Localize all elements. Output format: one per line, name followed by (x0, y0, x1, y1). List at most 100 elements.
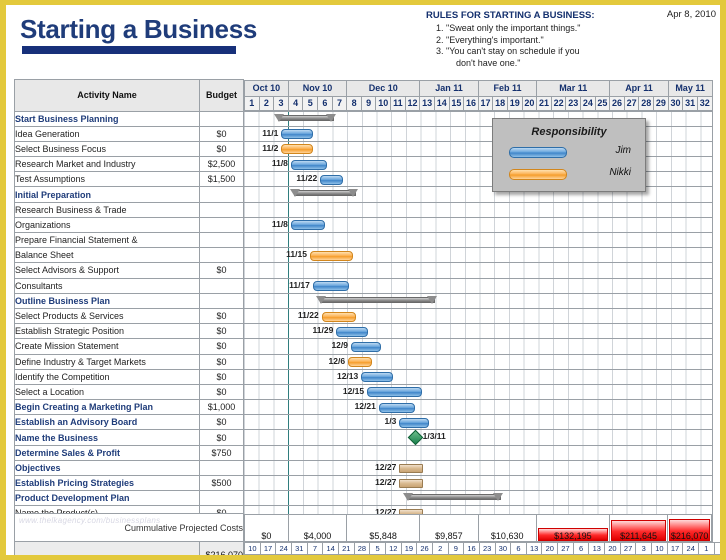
table-row[interactable]: Create Mission Statement $0 12/9 (14, 338, 713, 355)
day-number: 23 (478, 541, 496, 555)
activity-name-cell: Establish Pricing Strategies (14, 474, 200, 492)
task-bar[interactable] (348, 357, 373, 368)
project-start-line (287, 369, 289, 384)
task-bar[interactable] (336, 326, 368, 337)
budget-cell (199, 201, 244, 218)
project-start-line (287, 476, 289, 491)
week-number-8: 8 (346, 95, 362, 111)
task-bar[interactable] (309, 250, 353, 261)
project-start-line (287, 202, 289, 217)
timeline-cell: 12/21 (243, 399, 713, 416)
activity-name-cell: Consultants (14, 277, 200, 294)
timeline-cell: 11/15 (243, 247, 713, 264)
table-row[interactable]: Prepare Financial Statement & (14, 231, 713, 249)
project-start-line (287, 430, 289, 445)
table-row[interactable]: Define Industry & Target Markets $0 12/6 (14, 353, 713, 370)
task-bar[interactable] (312, 281, 349, 292)
task-bar-date-label: 11/15 (286, 249, 307, 260)
table-row[interactable]: Establish Strategic Position $0 11/29 (14, 323, 713, 340)
budget-cell: $1,000 (199, 399, 244, 416)
activity-name-cell: Prepare Financial Statement & (14, 231, 200, 249)
week-gridlines (244, 445, 712, 460)
budget-cell (199, 110, 244, 127)
table-row[interactable]: Select Advisors & Support $0 (14, 262, 713, 279)
day-number: 24 (275, 541, 292, 555)
summary-bar[interactable] (293, 190, 356, 197)
activity-name-cell: Test Assumptions (14, 171, 200, 188)
table-row[interactable]: Determine Sales & Profit $750 (14, 444, 713, 461)
task-bar[interactable] (321, 311, 356, 322)
task-bar[interactable] (367, 387, 422, 398)
week-number-1: 1 (244, 95, 260, 111)
month-label-april: April (635, 553, 700, 555)
table-row[interactable]: Name the Business $0 1/3/11 (14, 429, 713, 446)
budget-cell: $0 (199, 323, 244, 340)
week-number-19: 19 (506, 95, 523, 111)
timeline-cell (243, 231, 713, 249)
task-bar-date-label: 11/22 (296, 173, 318, 184)
table-row[interactable]: Begin Creating a Marketing Plan $1,000 12/… (14, 399, 713, 416)
summary-bar[interactable] (320, 296, 436, 303)
table-row[interactable]: Consultants 11/17 (14, 277, 713, 294)
month-header-may-11: May 11 (667, 79, 713, 97)
table-row[interactable]: Establish an Advisory Board $0 1/3 (14, 414, 713, 431)
task-bar[interactable] (350, 341, 381, 352)
task-bar[interactable] (399, 479, 424, 488)
table-row[interactable]: Outline Business Plan (14, 292, 713, 309)
week-number-24: 24 (580, 95, 596, 111)
legend-swatch-blue (509, 147, 567, 158)
rules-list: "Sweat only the important things." "Ever… (426, 23, 656, 69)
summary-bar-start-cap (402, 493, 413, 502)
table-row[interactable]: Organizations 11/8 (14, 216, 713, 234)
budget-cell (199, 247, 244, 264)
day-number: 10 (244, 541, 261, 555)
table-row[interactable]: Select a Location $0 12/15 (14, 383, 713, 401)
project-start-line (287, 460, 289, 475)
budget-cell: $0 (199, 338, 244, 355)
table-row[interactable]: Product Development Plan (14, 490, 713, 507)
rule-item: "You can't stay on schedule if you don't… (446, 46, 656, 69)
budget-cell (199, 277, 244, 294)
table-row[interactable]: Objectives 12/27 (14, 459, 713, 477)
task-bar[interactable] (281, 144, 314, 155)
day-number: 5 (369, 541, 386, 555)
task-bar[interactable] (361, 372, 393, 383)
day-number: 9 (447, 541, 465, 555)
table-row[interactable]: Balance Sheet 11/15 (14, 247, 713, 264)
task-bar[interactable] (378, 402, 415, 413)
cost-values-row: $0 $4,000 $5,848 $9,857 $10,630 $132,195 $211,… (244, 513, 713, 542)
project-start-line (287, 233, 289, 248)
week-number-12: 12 (404, 95, 421, 111)
table-row[interactable]: Identify the Competition $0 12/13 (14, 368, 713, 385)
activity-name-cell: Research Market and Industry (14, 156, 200, 173)
rule-item: "Everything's important." (446, 35, 656, 47)
task-bar[interactable] (320, 174, 343, 185)
timeline-cell (243, 490, 713, 507)
day-number: 27 (619, 541, 637, 555)
month-label-march: March (572, 553, 637, 555)
week-number-31: 31 (682, 95, 698, 111)
milestone-marker[interactable] (407, 430, 423, 446)
month-label-october: October (244, 553, 308, 555)
task-bar[interactable] (290, 159, 327, 170)
cost-value: $9,857 (435, 530, 463, 541)
activity-name-cell: Research Business & Trade (14, 201, 200, 218)
day-numbers-row: 10 17 24 31 7 14 21 28 5 12 19 26 2 9 16 23 30 6 13 20 27 6 13… (244, 541, 720, 555)
day-number: 7 (306, 541, 324, 555)
summary-bar[interactable] (406, 494, 501, 501)
table-row[interactable]: Establish Pricing Strategies $500 12/27 (14, 474, 713, 492)
week-gridlines (244, 415, 712, 430)
table-row[interactable]: Research Business & Trade (14, 201, 713, 218)
week-number-26: 26 (609, 95, 625, 111)
timeline-header-cell: Oct 10 Nov 10 Dec 10 Jan 11 Feb 11 Mar 11 Apr … (244, 79, 713, 112)
task-bar[interactable] (399, 463, 424, 473)
legend-row-jim: Jim (493, 144, 645, 160)
week-gridlines (244, 233, 712, 248)
table-row[interactable]: Select Products & Services $0 11/22 (14, 307, 713, 325)
task-bar[interactable] (281, 129, 314, 140)
task-bar-date-label: 12/9 (331, 340, 348, 351)
timeline-cell: 11/17 (243, 277, 713, 294)
budget-cell: $750 (199, 444, 244, 461)
task-bar[interactable] (290, 220, 326, 231)
task-bar[interactable] (399, 417, 430, 428)
